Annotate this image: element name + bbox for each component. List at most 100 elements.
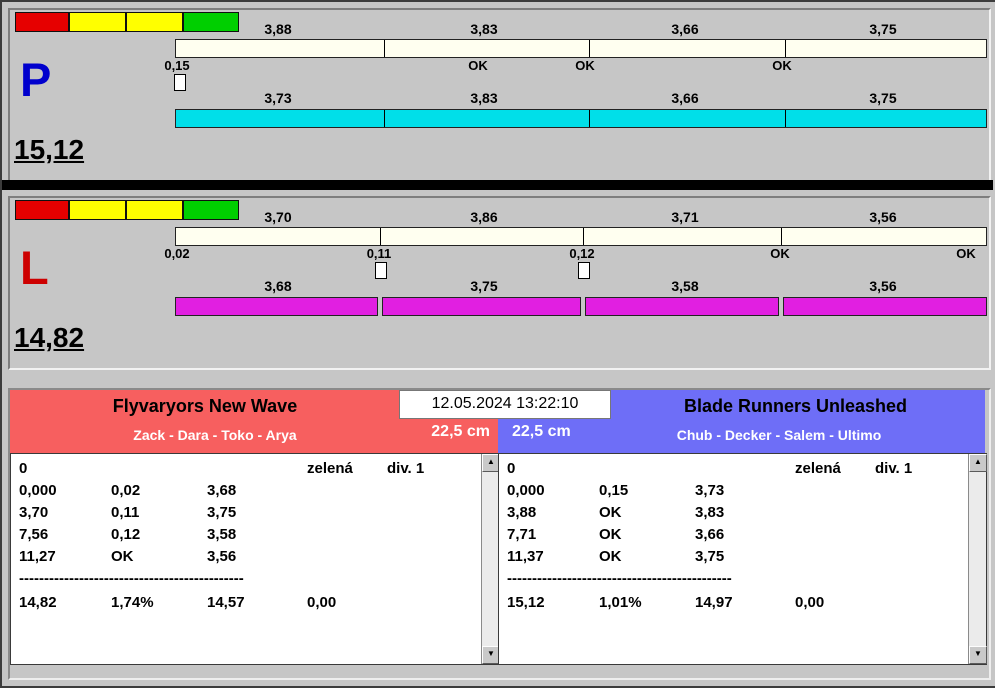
status-label-4: OK [772,58,792,73]
split-status: 0,11 [111,504,140,521]
lane-letter-l: L [20,241,49,294]
traffic-light-yellow-2 [126,200,183,220]
bar-tick [781,228,782,245]
bar-tick [589,40,590,57]
app-window: 3,88 3,83 3,66 3,75 0,15 OK OK OK 3,73 3… [0,0,995,688]
split-cum: 11,37 [507,548,544,565]
scroll-up-icon: ▲ [487,457,495,466]
gross-split-value-1: 3,70 [264,209,292,225]
split-cum: 0,000 [507,482,545,499]
gross-split-value-1: 3,88 [264,21,292,37]
net-split-value-3: 3,66 [671,90,699,106]
scrollbar[interactable]: ▲ ▼ [481,454,500,664]
status-label-1: 0,02 [164,246,190,261]
team-members: Zack - Dara - Toko - Arya [133,427,297,443]
table-divider: ----------------------------------------… [507,570,732,587]
net-split-value-1: 3,68 [264,278,292,294]
height-label: 22,5 cm [512,423,571,440]
bar-tick [785,110,786,127]
lane-number: 0 [19,460,28,477]
total-time: 14,82 [19,594,57,611]
scroll-down-icon: ▼ [487,649,495,658]
traffic-light-red [15,12,69,32]
color-label: zelená [795,460,841,477]
traffic-light-yellow-1 [69,200,126,220]
lane-letter-p: P [20,53,52,106]
split-net: 3,66 [695,526,725,543]
lane-total-time-p: 15,12 [14,134,85,165]
net-split-value-4: 3,75 [869,90,897,106]
total-net: 14,57 [207,594,245,611]
bar-tick [380,228,381,245]
lane-total-time-l: 14,82 [14,322,85,353]
traffic-light-bar [15,12,239,32]
division-label: div. 1 [387,460,425,477]
traffic-light-green [183,12,239,32]
net-split-value-2: 3,75 [470,278,498,294]
gross-split-value-3: 3,71 [671,209,699,225]
scroll-up-icon: ▲ [974,457,982,466]
bar-tick [583,228,584,245]
traffic-light-yellow-2 [126,12,183,32]
split-status: OK [599,548,622,565]
results-table-right: 0 zelená div. 1 0,000 0,15 3,73 3,88 OK … [498,453,987,665]
split-status: OK [111,548,134,565]
status-label-1: 0,15 [164,58,190,73]
status-label-2: OK [468,58,488,73]
scroll-up-button[interactable]: ▲ [969,454,987,472]
bar-tick [384,110,385,127]
net-time-bar [175,109,987,128]
results-table-left: 0 zelená div. 1 0,000 0,02 3,68 3,70 0,1… [10,453,500,665]
net-time-bar-segment-3 [585,297,779,316]
split-cum: 3,88 [507,504,537,521]
net-time-bar-segment-2 [382,297,581,316]
status-label-5: OK [956,246,976,261]
split-net: 3,73 [695,482,725,499]
gross-split-value-2: 3,86 [470,209,498,225]
total-penalty: 0,00 [795,594,825,611]
split-net: 3,75 [695,548,725,565]
gross-split-value-4: 3,75 [869,21,897,37]
scroll-down-button[interactable]: ▼ [969,646,987,664]
gross-split-value-2: 3,83 [470,21,498,37]
datetime-display: 12.05.2024 13:22:10 [399,390,611,419]
traffic-light-yellow-1 [69,12,126,32]
split-cum: 7,71 [507,526,537,543]
gross-split-value-4: 3,56 [869,209,897,225]
traffic-light-red [15,200,69,220]
total-penalty: 0,00 [307,594,337,611]
scrollbar[interactable]: ▲ ▼ [968,454,987,664]
split-cum: 0,000 [19,482,57,499]
split-net: 3,56 [207,548,237,565]
status-label-4: OK [770,246,790,261]
penalty-marker-box [375,262,387,279]
traffic-light-green [183,200,239,220]
split-status: 0,02 [111,482,141,499]
results-section: Flyvaryors New Wave Zack - Dara - Toko -… [8,388,991,680]
net-split-value-3: 3,58 [671,278,699,294]
net-time-bar-segment-4 [783,297,987,316]
net-split-value-4: 3,56 [869,278,897,294]
net-split-value-2: 3,83 [470,90,498,106]
table-divider: ----------------------------------------… [19,570,244,587]
height-label: 22,5 cm [431,423,490,440]
color-label: zelená [307,460,353,477]
gross-split-value-3: 3,66 [671,21,699,37]
penalty-marker-box [578,262,590,279]
gross-time-bar [175,39,987,58]
panel-divider [2,180,993,190]
net-split-value-1: 3,73 [264,90,292,106]
split-net: 3,58 [207,526,237,543]
bar-tick [589,110,590,127]
net-time-bar-segment-1 [175,297,378,316]
team-name: Blade Runners Unleashed [683,396,908,416]
split-net: 3,83 [695,504,725,521]
status-label-2: 0,11 [366,246,392,261]
split-net: 3,75 [207,504,237,521]
scroll-down-icon: ▼ [974,649,982,658]
status-label-3: 0,12 [569,246,595,261]
division-label: div. 1 [875,460,913,477]
status-label-3: OK [575,58,595,73]
split-cum: 3,70 [19,504,49,521]
split-status: OK [599,526,622,543]
